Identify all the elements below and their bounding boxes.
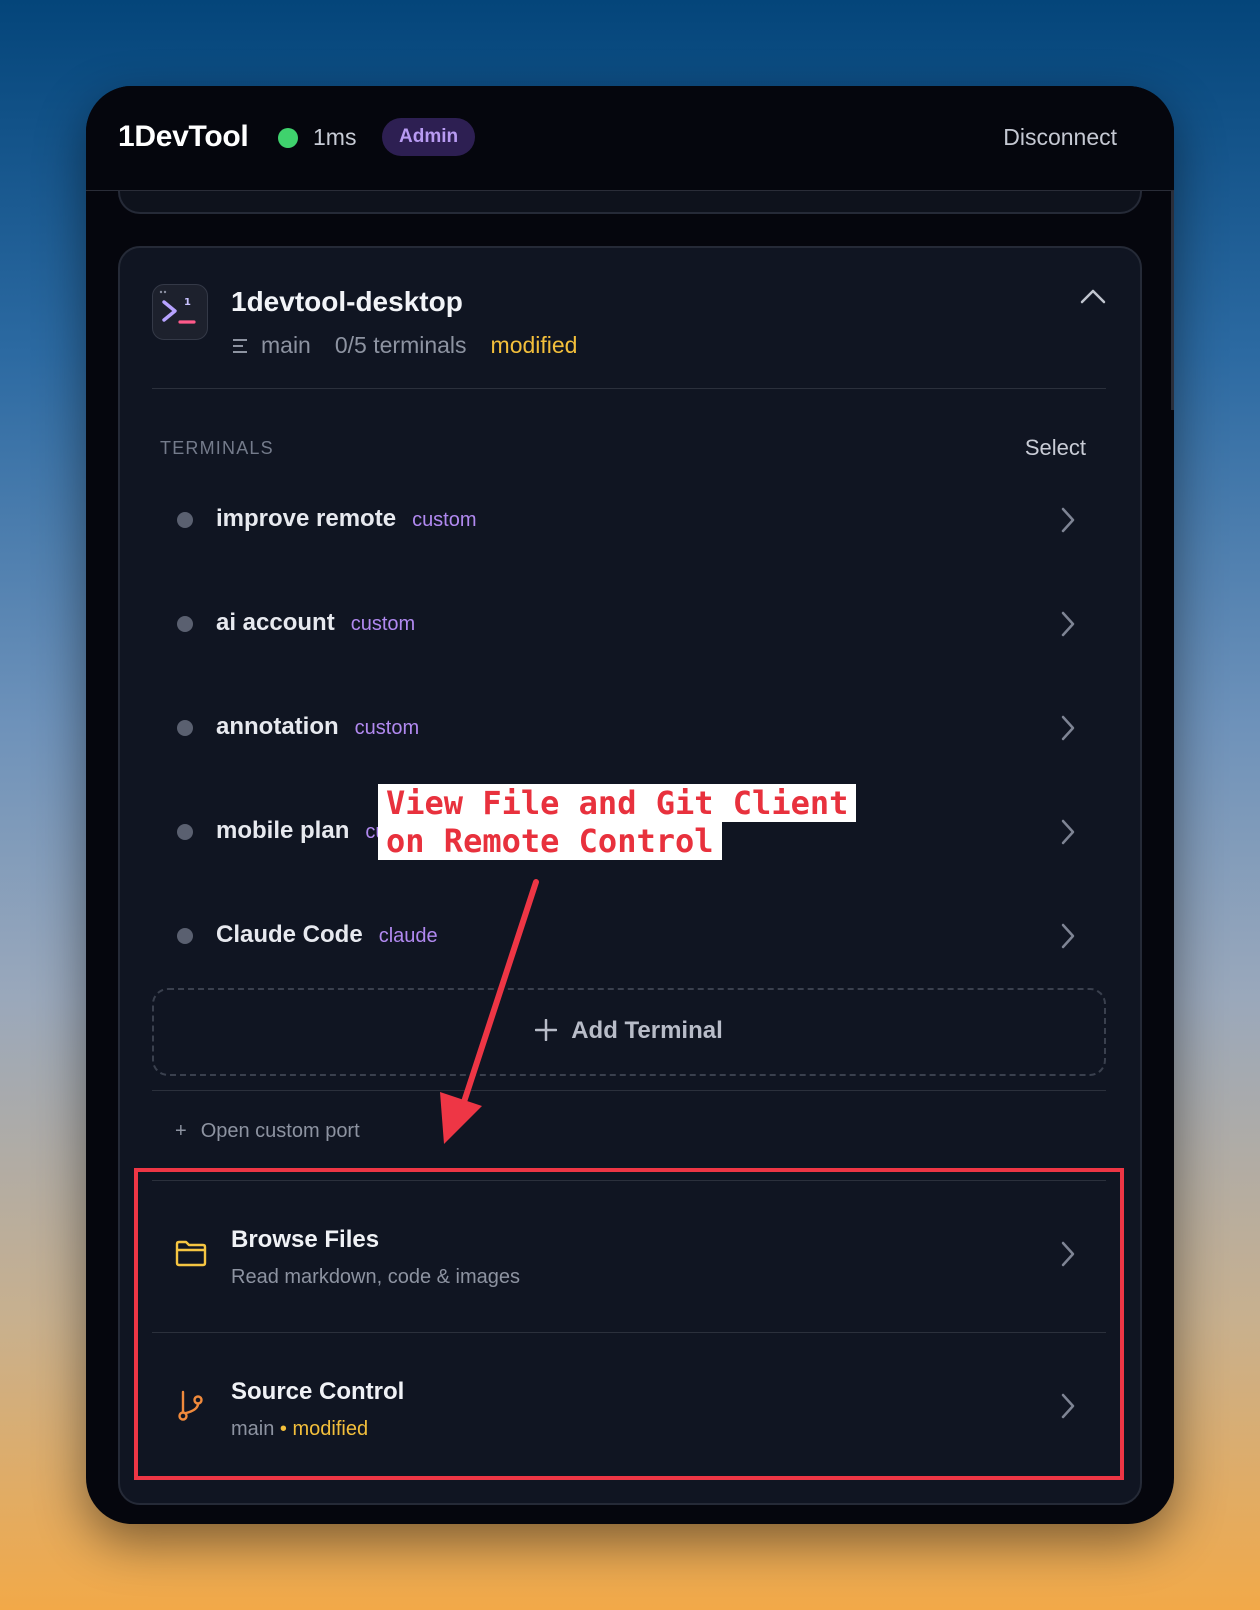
chevron-right-icon [1061,507,1075,533]
terminal-status-dot [177,720,193,736]
terminal-type-tag: custom [354,717,420,739]
plus-icon [535,1019,558,1041]
terminal-type-tag: custom [350,613,416,635]
chevron-right-icon [1061,611,1075,637]
chevron-right-icon [1061,819,1075,845]
terminal-type-tag: custom [412,509,477,531]
divider [152,1090,1106,1091]
terminal-row[interactable]: Claude Code claude [152,892,1106,982]
annotation-line-2: on Remote Control [378,822,722,860]
top-bar: 1DevTool 1ms Admin Disconnect [86,86,1174,191]
source-control-branch: main [231,1418,275,1440]
scrollbar-thumb[interactable] [1171,190,1174,410]
project-branch: main [261,332,311,358]
terminals-section-label: TERMINALS [160,438,274,458]
select-button[interactable]: Select [1025,435,1086,461]
latency-readout: 1ms [313,124,357,150]
project-card: 1 1devtool-desktop main 0/5 terminals mo… [118,246,1142,1505]
terminal-type-tag: claude [378,925,438,947]
terminal-status-dot [177,512,193,528]
add-terminal-label: Add Terminal [571,1017,723,1044]
terminal-status-dot [177,824,193,840]
chevron-up-icon[interactable] [1078,282,1108,312]
branch-lines-icon [233,338,247,353]
git-branch-icon [178,1390,203,1421]
chevron-right-icon [1061,923,1075,949]
terminal-name: ai account [216,609,335,636]
terminal-name: improve remote [216,505,397,532]
modified-status: modified [490,332,578,358]
source-control-subtitle: main • modified [231,1418,368,1441]
browse-files-subtitle: Read markdown, code & images [231,1266,521,1288]
project-meta: main 0/5 terminals modified [231,332,577,359]
svg-text:1: 1 [184,297,191,308]
chevron-right-icon [1061,1241,1075,1267]
source-control-title: Source Control [231,1378,405,1405]
add-terminal-button[interactable]: Add Terminal [152,988,1106,1076]
terminal-name: mobile plan [216,817,350,844]
divider [152,388,1106,389]
browse-files-title: Browse Files [231,1226,380,1253]
terminal-prompt-icon: 1 [152,284,208,340]
terminal-row[interactable]: annotation custom [152,684,1106,774]
source-control-button[interactable]: Source Control main • modified [152,1332,1106,1482]
project-name: 1devtool-desktop [231,286,463,317]
terminal-status-dot [177,616,193,632]
terminal-count: 0/5 terminals [334,332,467,358]
open-custom-port-link[interactable]: + Open custom port [175,1120,360,1143]
terminal-row[interactable]: improve remote custom [152,476,1106,566]
app-title: 1DevTool [118,120,249,153]
folder-icon [175,1240,207,1267]
open-custom-port-label: Open custom port [200,1120,360,1142]
chevron-right-icon [1061,715,1075,741]
terminal-name: Claude Code [216,921,363,948]
connection-status-dot [278,128,298,148]
terminal-name: annotation [216,713,339,740]
chevron-right-icon [1061,1393,1075,1419]
browse-files-button[interactable]: Browse Files Read markdown, code & image… [152,1180,1106,1330]
plus-icon: + [175,1120,187,1142]
terminal-row[interactable]: ai account custom [152,580,1106,670]
separator-dot: • [279,1418,287,1440]
disconnect-button[interactable]: Disconnect [1003,124,1117,151]
annotation-line-1: View File and Git Client [378,784,857,822]
admin-badge: Admin [382,118,476,156]
source-control-status: modified [292,1418,369,1440]
terminal-status-dot [177,928,193,944]
